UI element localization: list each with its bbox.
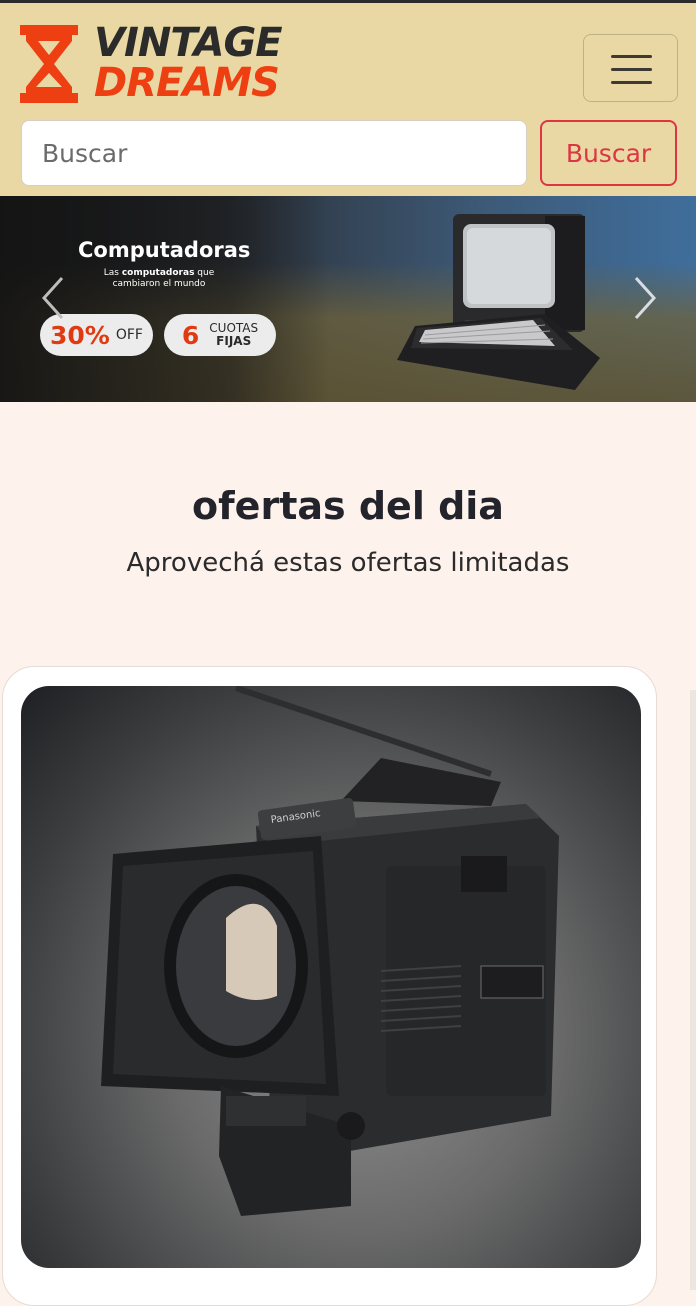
installments-badge: 6 CUOTAS FIJAS	[164, 314, 276, 356]
chevron-right-icon[interactable]	[630, 274, 660, 322]
hourglass-icon	[20, 25, 78, 103]
brand-name-line1: VINTAGE	[94, 20, 283, 66]
chevron-left-icon[interactable]	[38, 274, 68, 322]
product-card[interactable]: Panasonic	[2, 666, 657, 1306]
slide-subtitle-pre: Las	[103, 268, 122, 278]
slide-title: Computadoras	[78, 238, 251, 262]
offers-subtitle: Aprovechá estas ofertas limitadas	[126, 548, 570, 578]
hamburger-icon-bar	[611, 68, 652, 71]
vintage-video-camera-image: Panasonic	[101, 686, 559, 1216]
installments-label-line2: FIJAS	[216, 334, 252, 348]
hero-carousel[interactable]: Computadoras Las computadoras que cambia…	[0, 196, 696, 402]
product-image[interactable]: Panasonic	[21, 686, 641, 1268]
slide-subtitle: Las computadoras que cambiaron el mundo	[100, 268, 218, 290]
menu-toggle-button[interactable]	[583, 34, 678, 102]
retro-computer-image	[397, 214, 600, 390]
search-button[interactable]: Buscar	[540, 120, 677, 186]
offers-title: ofertas del dia	[192, 484, 504, 528]
discount-value: 30%	[50, 320, 110, 350]
slide-subtitle-bold: computadoras	[121, 268, 195, 278]
next-card-peek	[690, 690, 696, 1290]
brand-logo[interactable]: VINTAGE DREAMS	[20, 23, 300, 105]
discount-label: OFF	[115, 327, 143, 343]
installments-label: CUOTAS FIJAS	[209, 322, 258, 348]
site-header: VINTAGE DREAMS Buscar	[0, 3, 696, 196]
hamburger-icon	[611, 55, 652, 58]
brand-name-line2: DREAMS	[94, 60, 280, 106]
installments-value: 6	[181, 320, 200, 350]
hamburger-icon-bar	[611, 81, 652, 84]
search-input[interactable]	[21, 120, 527, 186]
